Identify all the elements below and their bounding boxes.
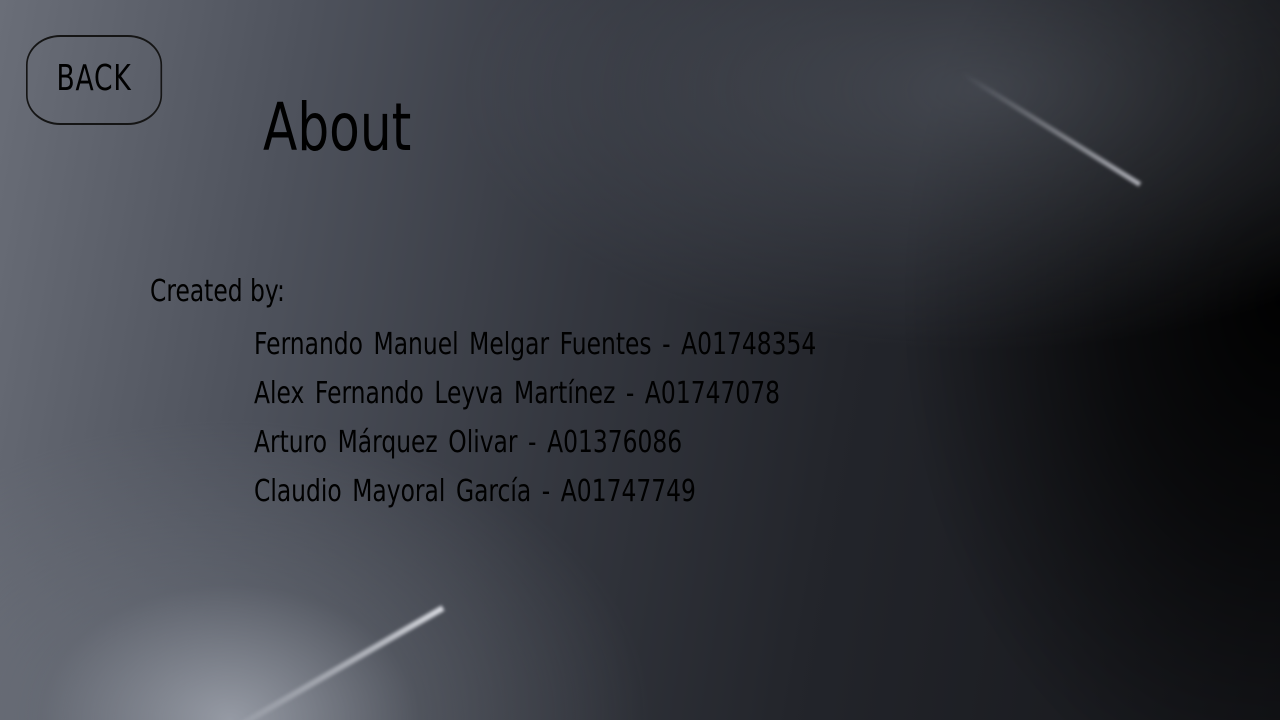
credit-member: Claudio Mayoral García - A01747749 — [254, 474, 696, 509]
credit-member: Fernando Manuel Melgar Fuentes - A017483… — [254, 327, 817, 362]
credit-member: Arturo Márquez Olivar - A01376086 — [254, 425, 683, 460]
credits-label: Created by: — [150, 274, 285, 309]
back-button[interactable]: BACK — [26, 35, 163, 125]
credits-list: Fernando Manuel Melgar Fuentes - A017483… — [254, 320, 975, 516]
credit-member: Alex Fernando Leyva Martínez - A01747078 — [254, 376, 781, 411]
background-light-streak — [216, 605, 445, 720]
back-button-label: BACK — [56, 57, 132, 99]
page-title: About — [263, 89, 412, 166]
background-light-streak — [960, 71, 1142, 187]
